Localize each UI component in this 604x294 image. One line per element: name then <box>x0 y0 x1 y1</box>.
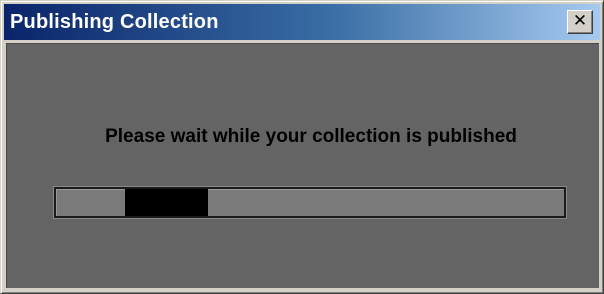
publishing-dialog: Publishing Collection ✕ Please wait whil… <box>0 0 604 294</box>
status-message: Please wait while your collection is pub… <box>105 126 517 147</box>
close-icon: ✕ <box>572 11 588 31</box>
progress-indicator <box>125 189 209 216</box>
close-button[interactable]: ✕ <box>567 10 593 34</box>
dialog-content: Please wait while your collection is pub… <box>6 43 599 288</box>
window-title: Publishing Collection <box>10 10 219 33</box>
progress-bar <box>54 187 566 218</box>
title-bar[interactable]: Publishing Collection ✕ <box>4 4 600 40</box>
